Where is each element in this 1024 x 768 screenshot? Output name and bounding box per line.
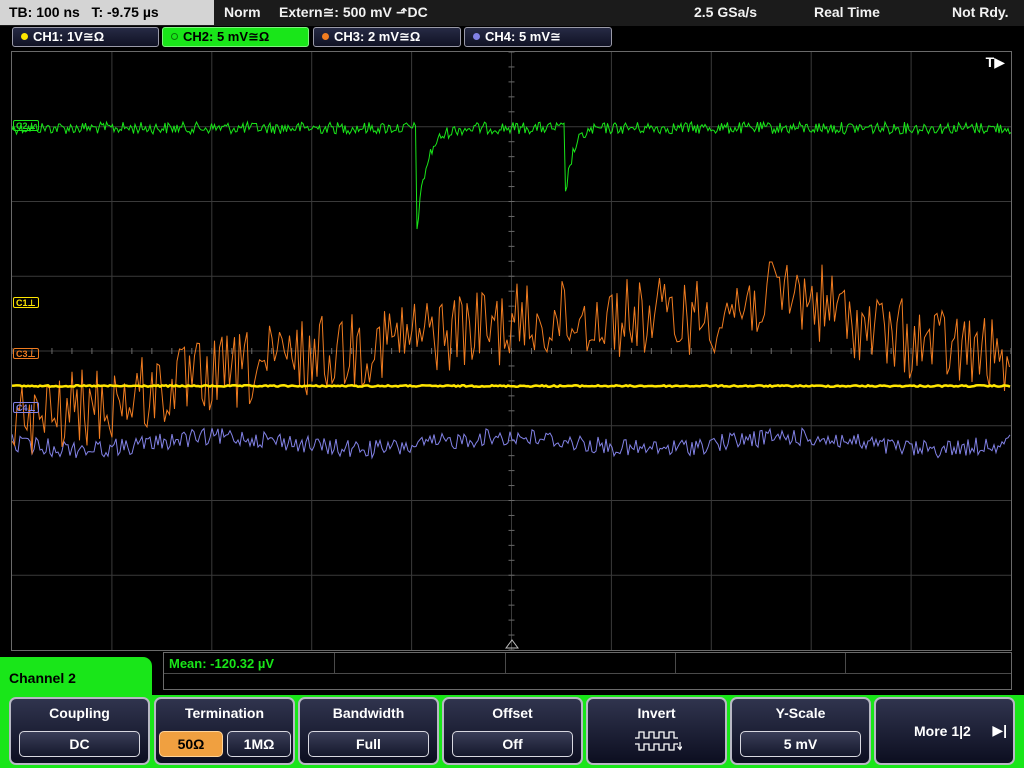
termination-title: Termination: [184, 705, 265, 721]
channel-1-trace: [12, 383, 1011, 389]
channel-3-marker[interactable]: C3⊥: [13, 348, 39, 359]
termination-softkey[interactable]: Termination 50Ω 1MΩ: [154, 697, 295, 765]
channel-strip: CH1: 1V≅Ω CH2: 5 mV≅Ω CH3: 2 mV≅Ω CH4: 5…: [0, 26, 1024, 48]
invert-softkey[interactable]: Invert: [586, 697, 727, 765]
coupling-value: DC: [19, 731, 140, 757]
coupling-title: Coupling: [49, 705, 110, 721]
channel-1-tab[interactable]: CH1: 1V≅Ω: [12, 27, 159, 47]
channel-2-tab[interactable]: CH2: 5 mV≅Ω: [162, 27, 309, 47]
channel-2-dot-icon: [171, 33, 178, 40]
channel-4-dot-icon: [473, 33, 480, 40]
right-arrow-icon: ▶|: [992, 722, 1007, 738]
termination-50-ohm-option[interactable]: 50Ω: [159, 731, 223, 757]
channel-3-tab[interactable]: CH3: 2 mV≅Ω: [313, 27, 461, 47]
channel-4-label: CH4: 5 mV≅: [485, 29, 561, 44]
channel-1-dot-icon: [21, 33, 28, 40]
channel-1-marker[interactable]: C1⊥: [13, 297, 39, 308]
measurement-divider: [164, 673, 1011, 674]
offset-value: Off: [452, 731, 573, 757]
more-softkey[interactable]: More 1|2 ▶|: [874, 697, 1015, 765]
trigger-state: Not Rdy.: [952, 4, 1009, 20]
channel-3-dot-icon: [322, 33, 329, 40]
y-scale-softkey[interactable]: Y-Scale 5 mV: [730, 697, 871, 765]
trigger-indicator-icon: T▶: [985, 54, 1005, 70]
channel-4-marker[interactable]: C4⊥: [13, 402, 39, 413]
bandwidth-title: Bandwidth: [332, 705, 405, 721]
bandwidth-value: Full: [308, 731, 429, 757]
coupling-softkey[interactable]: Coupling DC: [9, 697, 150, 765]
trigger-mode[interactable]: Norm: [224, 4, 261, 20]
channel-1-label: CH1: 1V≅Ω: [33, 29, 105, 44]
channel-2-label: CH2: 5 mV≅Ω: [183, 29, 270, 44]
sample-rate: 2.5 GSa/s: [694, 4, 758, 20]
channel-3-label: CH3: 2 mV≅Ω: [334, 29, 421, 44]
measurement-divider: [675, 653, 676, 673]
waveform-canvas: [12, 52, 1011, 650]
graticule-grid: [12, 52, 1011, 650]
offset-title: Offset: [492, 705, 533, 721]
more-label: More 1|2: [914, 723, 971, 739]
timebase-readout[interactable]: TB: 100 ns T: -9.75 µs: [0, 0, 214, 25]
status-bar: TB: 100 ns T: -9.75 µs Norm Extern≅: 500…: [0, 0, 1024, 26]
menu-title: Channel 2: [0, 657, 152, 697]
termination-1m-ohm-option[interactable]: 1MΩ: [227, 731, 291, 757]
measurement-divider: [845, 653, 846, 673]
channel-4-tab[interactable]: CH4: 5 mV≅: [464, 27, 612, 47]
trigger-source[interactable]: Extern≅: 500 mV ⬏DC: [279, 4, 428, 21]
bandwidth-softkey[interactable]: Bandwidth Full: [298, 697, 439, 765]
measurement-divider: [334, 653, 335, 673]
measurement-panel: Mean: -120.32 µV: [163, 652, 1012, 690]
y-scale-title: Y-Scale: [775, 705, 826, 721]
measurement-divider: [505, 653, 506, 673]
acquisition-mode[interactable]: Real Time: [814, 4, 880, 20]
offset-softkey[interactable]: Offset Off: [442, 697, 583, 765]
invert-title: Invert: [637, 705, 676, 721]
waveform-display[interactable]: T▶ C2⊥ C1⊥ C3⊥ C4⊥: [11, 51, 1012, 651]
inverted-square-wave-icon: [635, 731, 682, 751]
y-scale-value: 5 mV: [740, 731, 861, 757]
mean-measurement[interactable]: Mean: -120.32 µV: [169, 656, 274, 671]
channel-2-marker[interactable]: C2⊥: [13, 120, 39, 131]
